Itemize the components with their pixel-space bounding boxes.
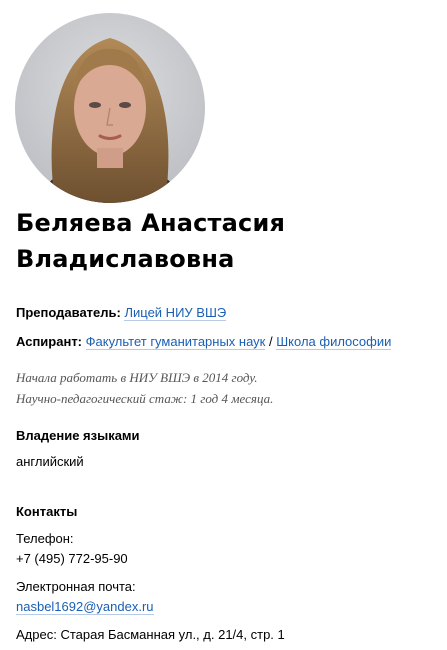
email-row: nasbel1692@yandex.ru [16, 597, 154, 617]
teacher-role: Преподаватель: Лицей НИУ ВШЭ [16, 304, 227, 322]
email-link[interactable]: nasbel1692@yandex.ru [16, 599, 154, 615]
teacher-label: Преподаватель: [16, 305, 121, 320]
profile-photo [15, 13, 205, 203]
languages-title: Владение языками [16, 428, 140, 443]
separator: / [269, 334, 273, 349]
postgrad-label: Аспирант: [16, 334, 83, 349]
experience-note: Начала работать в НИУ ВШЭ в 2014 году. Н… [16, 367, 273, 409]
email-label: Электронная почта: [16, 579, 136, 594]
profile-name: Беляева Анастасия Владиславовна [16, 205, 436, 277]
phone-label: Телефон: [16, 531, 74, 546]
experience-start: Начала работать в НИУ ВШЭ в 2014 году. [16, 370, 258, 385]
name-line-1: Беляева Анастасия [16, 209, 286, 237]
experience-length: Научно-педагогический стаж: 1 год 4 меся… [16, 391, 274, 406]
teacher-link[interactable]: Лицей НИУ ВШЭ [124, 305, 227, 321]
contacts-title: Контакты [16, 504, 78, 519]
school-link[interactable]: Школа философии [276, 334, 392, 350]
faculty-link[interactable]: Факультет гуманитарных наук [85, 334, 266, 350]
phone-value: +7 (495) 772-95-90 [16, 551, 128, 566]
postgrad-role: Аспирант: Факультет гуманитарных наук / … [16, 333, 392, 351]
languages-value: английский [16, 454, 84, 469]
name-line-2: Владиславовна [16, 245, 235, 273]
address: Адрес: Старая Басманная ул., д. 21/4, ст… [16, 627, 285, 642]
